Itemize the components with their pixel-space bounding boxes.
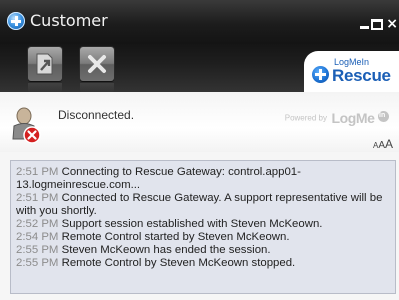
font-size-medium: A xyxy=(378,140,385,151)
log-time: 2:52 PM xyxy=(16,218,59,230)
log-message: Support session established with Steven … xyxy=(61,218,323,230)
powered-by-logo: LogMe xyxy=(331,109,375,126)
end-session-button[interactable] xyxy=(80,47,114,81)
log-message: Remote Control started by Steven McKeown… xyxy=(61,231,290,243)
log-entry: 2:55 PM Remote Control by Steven McKeown… xyxy=(16,257,392,270)
connection-status: Disconnected. xyxy=(58,108,135,122)
font-size-large: A xyxy=(384,137,393,151)
log-entry: 2:54 PM Remote Control started by Steven… xyxy=(16,231,392,244)
disconnected-user-icon xyxy=(12,107,41,144)
log-entry: 2:51 PM Connecting to Rescue Gateway: co… xyxy=(16,166,392,192)
logmein-rescue-logo: LogMeIn Rescue xyxy=(304,51,399,92)
minimize-button[interactable] xyxy=(360,26,369,29)
status-area: Disconnected. Powered by LogMe In AAA xyxy=(0,92,399,153)
close-x-icon xyxy=(88,55,106,73)
log-message: Remote Control by Steven McKeown stopped… xyxy=(61,257,296,269)
log-message: Connecting to Rescue Gateway: control.ap… xyxy=(16,166,301,191)
maximize-button[interactable] xyxy=(371,19,383,30)
powered-by-label: Powered by xyxy=(284,113,327,123)
log-time: 2:51 PM xyxy=(16,192,59,204)
window-title: Customer xyxy=(30,11,108,30)
font-size-button[interactable]: AAA xyxy=(372,137,393,153)
log-time: 2:55 PM xyxy=(16,257,59,269)
transfer-file-button[interactable] xyxy=(28,47,62,81)
log-time: 2:55 PM xyxy=(16,244,59,256)
title-bar[interactable]: Customer × xyxy=(0,0,399,44)
powered-by-badge-text: In xyxy=(379,112,386,120)
close-button[interactable]: × xyxy=(386,17,398,31)
log-message: Connected to Rescue Gateway. A support r… xyxy=(16,192,383,217)
session-log[interactable]: 2:51 PM Connecting to Rescue Gateway: co… xyxy=(10,160,396,294)
logo-big-text: Rescue xyxy=(332,66,391,85)
log-time: 2:54 PM xyxy=(16,231,59,243)
customer-window: Customer × LogMeIn Rescue Disconnected. … xyxy=(0,0,399,300)
log-entry: 2:55 PM Steven McKeown has ended the ses… xyxy=(16,244,392,257)
app-plus-icon xyxy=(7,12,25,30)
log-frame: 2:51 PM Connecting to Rescue Gateway: co… xyxy=(0,152,399,300)
powered-by-logmein: Powered by LogMe In xyxy=(285,109,389,127)
rescue-plus-icon xyxy=(312,66,329,83)
powered-by-badge: In xyxy=(378,111,389,123)
log-entry: 2:52 PM Support session established with… xyxy=(16,218,392,231)
log-entry: 2:51 PM Connected to Rescue Gateway. A s… xyxy=(16,192,392,218)
log-time: 2:51 PM xyxy=(16,166,59,178)
document-arrow-icon xyxy=(36,53,53,75)
log-message: Steven McKeown has ended the session. xyxy=(61,244,271,256)
